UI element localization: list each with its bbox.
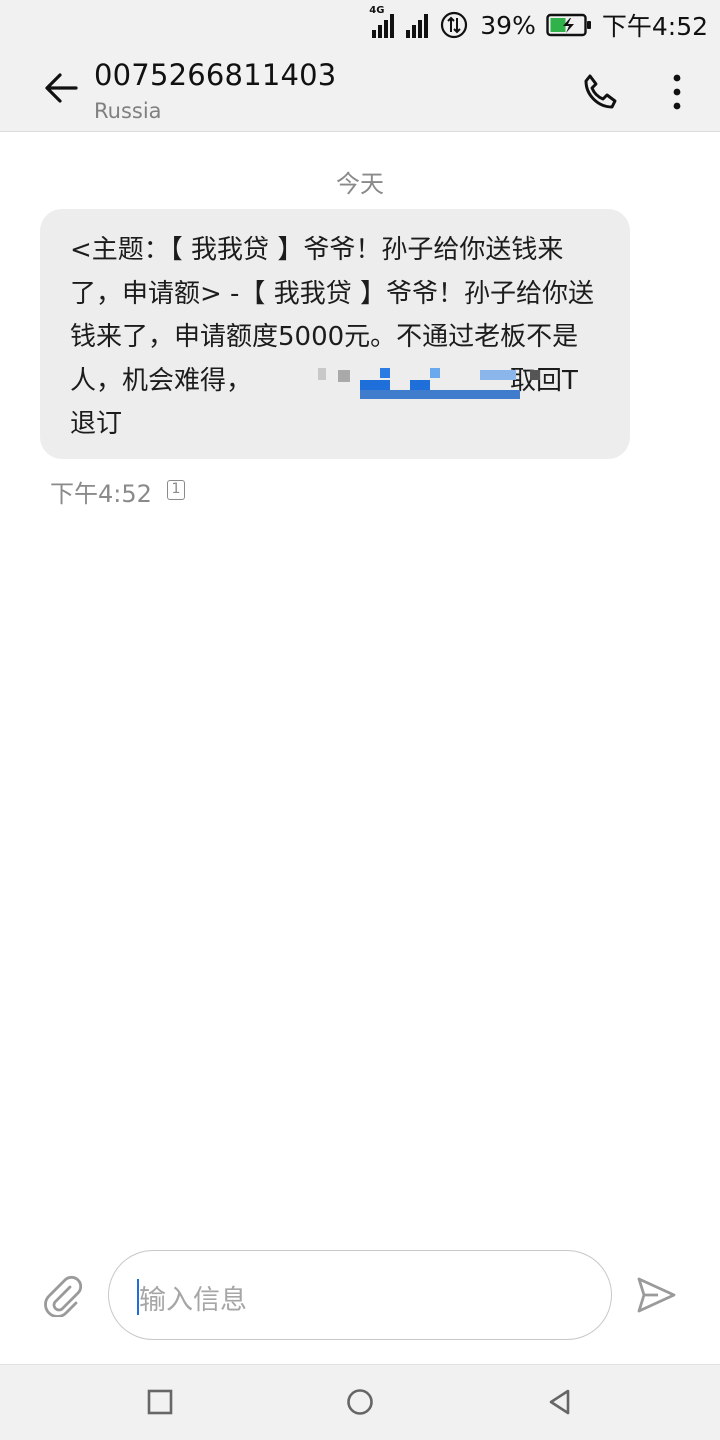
date-divider: 今天 xyxy=(336,170,384,198)
network-type-label: 4G xyxy=(369,5,385,16)
call-button[interactable] xyxy=(578,70,622,114)
recents-button[interactable] xyxy=(146,1387,174,1417)
signal-icon xyxy=(406,12,430,38)
phone-icon xyxy=(584,74,617,109)
back-button[interactable] xyxy=(40,68,84,108)
contact-region: Russia xyxy=(94,99,162,123)
navigation-bar xyxy=(0,1364,720,1440)
home-button[interactable] xyxy=(345,1387,375,1417)
more-vertical-icon xyxy=(673,74,681,110)
status-bar: 4G 39% 下午4:52 xyxy=(0,0,720,50)
redacted-link xyxy=(318,360,556,402)
more-button[interactable] xyxy=(662,72,692,112)
input-placeholder: 输入信息 xyxy=(139,1285,247,1316)
message-time: 下午4:52 xyxy=(50,480,152,508)
attach-button[interactable] xyxy=(42,1273,83,1318)
arrow-left-icon xyxy=(45,73,78,103)
battery-charging-icon xyxy=(546,13,592,37)
data-transfer-icon xyxy=(440,11,468,39)
square-icon xyxy=(147,1389,173,1415)
status-time: 下午4:52 xyxy=(601,12,708,41)
nav-back-button[interactable] xyxy=(546,1387,574,1417)
battery-percent: 39% xyxy=(480,10,536,40)
circle-icon xyxy=(347,1389,373,1415)
signal-4g-icon: 4G xyxy=(369,5,396,38)
conversation-header: 0075266811403 Russia xyxy=(0,50,720,132)
send-icon xyxy=(637,1277,676,1313)
contact-number: 0075266811403 xyxy=(94,58,337,92)
sim-card-icon: 1 xyxy=(167,480,185,500)
triangle-back-icon xyxy=(549,1389,570,1415)
send-button[interactable] xyxy=(634,1274,678,1316)
paperclip-icon xyxy=(44,1275,83,1318)
message-bubble[interactable]: <主题：【 我我贷 】爷爷！孙子给你送钱来了，申请额> -【 我我贷 】爷爷！孙… xyxy=(40,209,630,459)
